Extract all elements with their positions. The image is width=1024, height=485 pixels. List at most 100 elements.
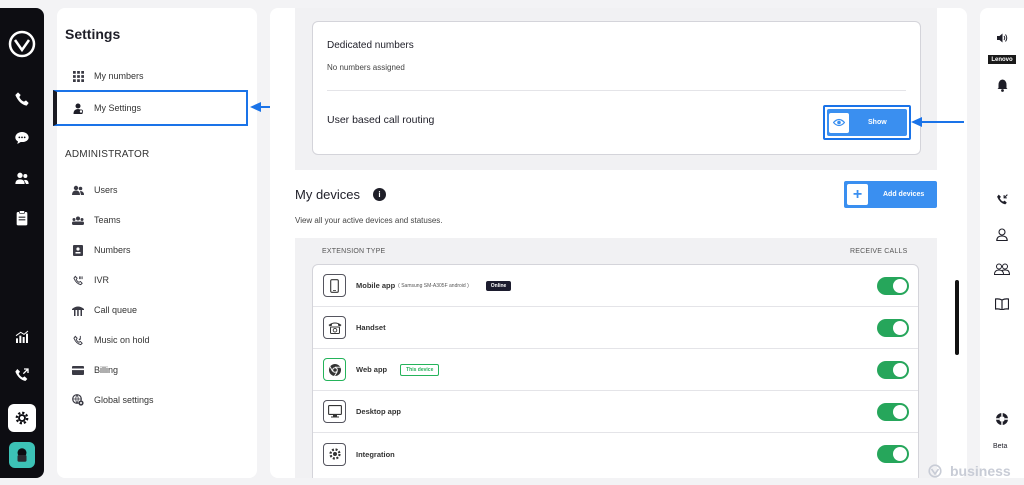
device-name: Integration xyxy=(356,449,395,459)
call-routing-title: User based call routing xyxy=(327,114,435,126)
show-button-label: Show xyxy=(868,119,887,126)
logo-icon[interactable] xyxy=(8,30,36,58)
toggle-knob xyxy=(893,404,907,419)
receive-calls-toggle[interactable] xyxy=(877,402,909,421)
handset-icon xyxy=(323,316,346,339)
nav-global-settings[interactable]: Global settings xyxy=(57,385,257,415)
nav-my-numbers[interactable]: My numbers xyxy=(57,61,257,91)
add-devices-button[interactable]: + Add devices xyxy=(844,181,937,208)
nav-label: My Settings xyxy=(94,103,142,113)
devices-title: My devices xyxy=(295,187,361,202)
nav-label: Call queue xyxy=(94,305,138,315)
numbers-icon xyxy=(72,244,84,256)
lifebuoy-icon[interactable] xyxy=(992,409,1012,429)
receive-calls-toggle[interactable] xyxy=(877,445,909,463)
nav-my-settings[interactable]: My Settings xyxy=(53,90,248,126)
receive-calls-toggle[interactable] xyxy=(877,276,909,295)
book-icon[interactable] xyxy=(992,294,1012,314)
this-device-badge: This device xyxy=(400,363,440,376)
annotation-arrow-show xyxy=(911,117,964,127)
chat-icon[interactable] xyxy=(11,127,33,149)
ivr-icon xyxy=(72,274,84,286)
integration-icon xyxy=(323,442,346,466)
show-button[interactable]: Show xyxy=(827,109,907,136)
nav-label: Global settings xyxy=(94,395,154,405)
call-queue-icon xyxy=(72,304,84,316)
incoming-call-icon[interactable] xyxy=(992,189,1012,209)
nav-label: My numbers xyxy=(94,71,144,81)
nav-music-on-hold[interactable]: Music on hold xyxy=(57,325,257,355)
main-content: Dedicated numbers No numbers assigned Us… xyxy=(270,8,967,478)
left-rail xyxy=(0,8,44,478)
device-row: Integration xyxy=(313,433,918,475)
nav-label: Users xyxy=(94,185,118,195)
devices-heading: My devices i xyxy=(295,187,387,202)
device-row: Mobile app ( Samsung SM-A305F android ) … xyxy=(313,265,918,307)
nav-call-queue[interactable]: Call queue xyxy=(57,295,257,325)
gear-icon[interactable] xyxy=(8,404,36,432)
eye-icon xyxy=(829,112,849,133)
watermark-logo-icon xyxy=(928,464,942,478)
nav-billing[interactable]: Billing xyxy=(57,355,257,385)
device-name: Desktop app xyxy=(356,407,402,416)
bell-icon[interactable] xyxy=(992,75,1012,95)
nav-teams[interactable]: Teams xyxy=(57,205,257,235)
teams-icon xyxy=(72,214,84,226)
watermark-text: business xyxy=(950,463,1011,479)
avatar[interactable] xyxy=(9,442,35,468)
right-rail: Lenovo Beta xyxy=(980,8,1024,478)
device-detail: ( Samsung SM-A305F android ) xyxy=(398,282,469,289)
call-forward-icon[interactable] xyxy=(11,364,33,386)
nav-users[interactable]: Users xyxy=(57,175,257,205)
settings-panel: Settings My numbers My Settings ADMINIST… xyxy=(53,8,257,478)
billing-icon xyxy=(72,364,84,376)
users-icon xyxy=(72,184,84,196)
speaker-icon[interactable] xyxy=(992,28,1012,48)
numbers-routing-card: Dedicated numbers No numbers assigned Us… xyxy=(312,21,921,155)
device-row: Desktop app xyxy=(313,391,918,433)
device-name: Web app xyxy=(356,365,388,374)
settings-title: Settings xyxy=(65,26,121,42)
status-badge: Online xyxy=(485,280,512,291)
devices-subtitle: View all your active devices and statuse… xyxy=(295,216,443,225)
column-header-receive-calls: RECEIVE CALLS xyxy=(850,248,908,255)
toggle-knob xyxy=(893,278,907,293)
plus-icon: + xyxy=(847,184,868,205)
device-name: Mobile app xyxy=(356,281,396,290)
phone-icon[interactable] xyxy=(11,88,33,110)
device-name: Handset xyxy=(356,323,386,332)
toggle-knob xyxy=(893,447,907,461)
analytics-icon[interactable] xyxy=(11,326,33,348)
dedicated-numbers-title: Dedicated numbers xyxy=(327,40,414,51)
device-row: Web app This device xyxy=(313,349,918,391)
device-row: Handset xyxy=(313,307,918,349)
mobile-icon xyxy=(323,274,346,297)
nav-label: Teams xyxy=(94,215,121,225)
nav-numbers[interactable]: Numbers xyxy=(57,235,257,265)
music-icon xyxy=(72,334,84,346)
nav-label: Billing xyxy=(94,365,119,375)
desktop-icon xyxy=(323,400,346,423)
scrollbar[interactable] xyxy=(955,280,959,355)
receive-calls-toggle[interactable] xyxy=(877,360,909,379)
divider xyxy=(327,90,906,91)
devices-list: Mobile app ( Samsung SM-A305F android ) … xyxy=(312,264,919,478)
nav-ivr[interactable]: IVR xyxy=(57,265,257,295)
group-icon[interactable] xyxy=(992,259,1012,279)
person-icon[interactable] xyxy=(992,224,1012,244)
lenovo-label: Lenovo xyxy=(988,55,1016,64)
chrome-icon xyxy=(323,358,346,381)
grid-icon xyxy=(72,70,84,82)
nav-label: Numbers xyxy=(94,245,131,255)
show-button-highlight: Show xyxy=(823,105,911,140)
receive-calls-toggle[interactable] xyxy=(877,318,909,337)
column-header-extension: EXTENSION TYPE xyxy=(322,248,386,255)
clipboard-icon[interactable] xyxy=(11,207,33,229)
add-devices-label: Add devices xyxy=(883,191,925,198)
nav-label: Music on hold xyxy=(94,335,150,345)
info-icon[interactable]: i xyxy=(373,188,387,201)
toggle-knob xyxy=(893,362,907,377)
administrator-heading: ADMINISTRATOR xyxy=(65,149,150,160)
contacts-icon[interactable] xyxy=(11,167,33,189)
dedicated-numbers-status: No numbers assigned xyxy=(327,63,405,72)
